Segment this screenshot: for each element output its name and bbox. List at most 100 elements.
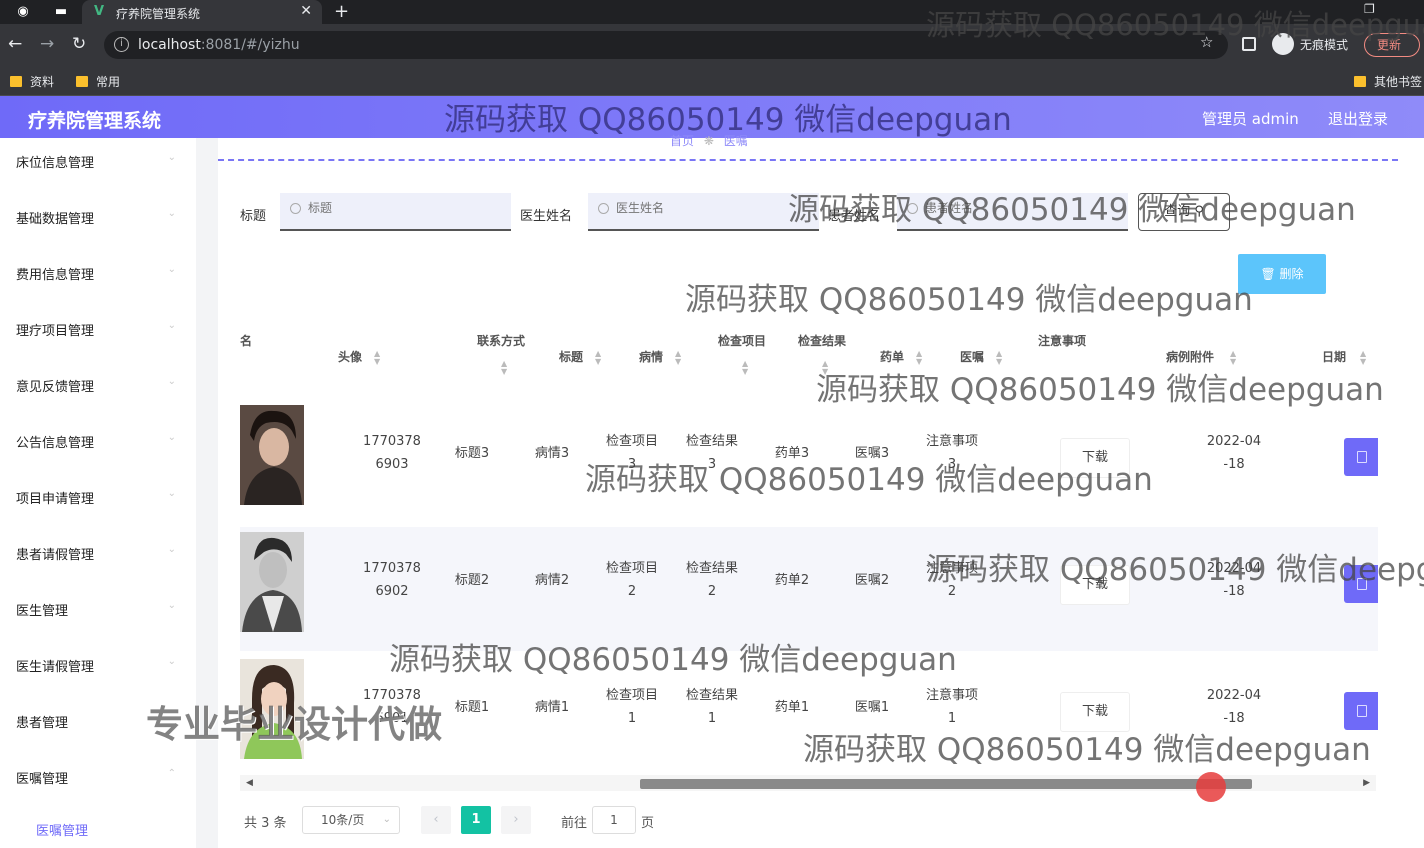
avatar [240,405,304,505]
chevron-down-icon: ⌄ [167,152,176,163]
sort-icon[interactable]: ▲ ▼ [1230,350,1236,366]
cell-title: 标题3 [454,446,490,461]
back-icon[interactable]: ← [8,34,22,54]
sidebar-item-patient-leave[interactable]: 患者请假管理 ⌄ [0,532,196,572]
incognito-indicator[interactable]: 无痕模式 [1272,33,1348,55]
tab-strip-icon[interactable]: ▬ [52,3,70,21]
browser-tab[interactable]: V 疗养院管理系统 ✕ [82,0,322,24]
logout-link[interactable]: 退出登录 [1328,108,1388,129]
query-button[interactable]: 查询 ⚲ [1138,193,1230,231]
close-tab-icon[interactable]: ✕ [300,3,312,19]
doctor-filter-input[interactable] [616,201,806,215]
restore-window-icon[interactable]: ❐ [1364,2,1375,16]
download-button[interactable]: 下载 [1060,565,1130,605]
breadcrumb-home[interactable]: 首页 [670,134,694,148]
sidebar-item-therapy[interactable]: 理疗项目管理 ⌄ [0,308,196,348]
sort-icon[interactable]: ▲ ▼ [996,350,1002,366]
scroll-left-arrow-icon[interactable]: ◀ [246,778,253,788]
forward-icon[interactable]: → [40,34,54,54]
title-filter-input[interactable] [308,201,498,215]
sidebar-item-patients[interactable]: 患者管理 ⌄ [0,700,196,740]
bookmark-folder-changyong[interactable]: 常用 [76,73,120,90]
detail-button[interactable] [1344,565,1378,603]
col-header-exam-result[interactable]: 检查结果 [798,332,846,349]
sort-icon[interactable]: ▲ ▼ [501,360,507,376]
bookmark-folder-other[interactable]: 其他书签 [1354,73,1422,90]
cell-notes: 注意事项 2 [925,561,978,599]
download-button[interactable]: 下载 [1060,692,1130,732]
col-header-date[interactable]: 日期 [1322,348,1346,365]
sidebar-item-notice[interactable]: 公告信息管理 ⌄ [0,420,196,460]
document-icon [1357,705,1367,717]
sidebar-item-feedback[interactable]: 意见反馈管理 ⌄ [0,364,196,404]
app-title: 疗养院管理系统 [28,110,162,132]
scrollbar-thumb[interactable] [640,779,1252,789]
sidebar-item-orders[interactable]: 医嘱管理 ⌃ [0,756,196,796]
sidebar-subitem-orders[interactable]: 医嘱管理 [0,808,196,848]
bookmark-folder-ziliao[interactable]: 资料 [10,73,54,90]
col-header-exam-item[interactable]: 检查项目 [718,332,766,349]
url-field[interactable]: i localhost:8081/#/yizhu [104,31,1228,59]
goto-page-input[interactable]: 1 [592,806,636,834]
update-button[interactable]: 更新 [1364,33,1420,57]
sort-icon[interactable]: ▲ ▼ [595,350,601,366]
cell-exam-result: 检查结果 2 [685,561,738,599]
folder-icon [1354,76,1366,87]
browser-tab-bar: ◉ ▬ V 疗养院管理系统 ✕ + ❐ [0,0,1424,24]
cell-condition: 病情3 [534,446,570,461]
col-header-notes[interactable]: 注意事项 [1038,332,1086,349]
sort-icon[interactable]: ▲ ▼ [822,360,828,376]
sidebar-item-project-apply[interactable]: 项目申请管理 ⌄ [0,476,196,516]
doctor-filter-box[interactable] [588,193,819,231]
cell-condition: 病情2 [534,573,570,588]
sort-icon[interactable]: ▲ ▼ [1360,350,1366,366]
breadcrumb: 首页 ❋ 医嘱 [670,132,748,149]
side-panel-icon[interactable] [1242,37,1256,51]
search-icon [907,203,918,214]
col-header-condition[interactable]: 病情 [639,348,663,365]
patient-filter-input[interactable] [925,201,1115,215]
page-size-select[interactable]: 10条/页 ⌄ [302,806,400,834]
chevron-down-icon: ⌄ [167,432,176,443]
col-header-contact[interactable]: 联系方式 [477,332,525,349]
table-row[interactable]: 1770378 6901 标题1 病情1 检查项目 1 检查结果 1 药单1 医嘱1 … [240,654,1378,778]
sidebar-item-doctors[interactable]: 医生管理 ⌄ [0,588,196,628]
col-header-orders[interactable]: 医嘱 [960,348,984,365]
delete-button[interactable]: 🗑 删除 [1238,254,1326,294]
trash-icon: 🗑 [1260,267,1276,281]
col-header-attachment[interactable]: 病例附件 [1166,348,1214,365]
site-info-icon[interactable]: i [114,37,129,52]
prev-page-button[interactable]: ‹ [421,806,451,834]
scroll-right-arrow-icon[interactable]: ▶ [1363,778,1370,788]
header-divider [218,159,1398,161]
download-button[interactable]: 下载 [1060,438,1130,478]
reload-icon[interactable]: ↻ [72,34,86,54]
bookmark-star-icon[interactable]: ☆ [1200,33,1213,51]
sidebar-item-bed-info[interactable]: 床位信息管理 ⌄ [0,140,196,180]
sidebar-item-doctor-leave[interactable]: 医生请假管理 ⌄ [0,644,196,684]
patient-filter-box[interactable] [897,193,1128,231]
sidebar-item-basic-data[interactable]: 基础数据管理 ⌄ [0,196,196,236]
cell-phone: 1770378 6901 [363,688,421,726]
col-header-prescription[interactable]: 药单 [880,348,904,365]
next-page-button[interactable]: › [501,806,531,834]
table-row[interactable]: 1770378 6902 标题2 病情2 检查项目 2 检查结果 2 药单2 医嘱2 … [240,527,1378,651]
page-number-current[interactable]: 1 [461,806,491,834]
sort-icon[interactable]: ▲ ▼ [675,350,681,366]
url-text[interactable]: localhost:8081/#/yizhu [138,37,300,53]
sort-icon[interactable]: ▲ ▼ [742,360,748,376]
chevron-down-icon: ⌄ [167,208,176,219]
detail-button[interactable] [1344,692,1378,730]
detail-button[interactable] [1344,438,1378,476]
chevron-down-icon: ⌄ [167,488,176,499]
sidebar-item-fees[interactable]: 费用信息管理 ⌄ [0,252,196,292]
sort-icon[interactable]: ▲ ▼ [374,350,380,366]
sort-icon[interactable]: ▲ ▼ [916,350,922,366]
col-header-avatar[interactable]: 头像 [338,348,362,365]
title-filter-box[interactable] [280,193,511,231]
document-icon [1357,578,1367,590]
globe-icon[interactable]: ◉ [14,3,32,21]
table-row[interactable]: 1770378 6903 标题3 病情3 检查项目 3 检查结果 3 药单3 医嘱3 … [240,400,1378,524]
col-header-title[interactable]: 标题 [559,348,583,365]
new-tab-icon[interactable]: + [334,1,349,22]
